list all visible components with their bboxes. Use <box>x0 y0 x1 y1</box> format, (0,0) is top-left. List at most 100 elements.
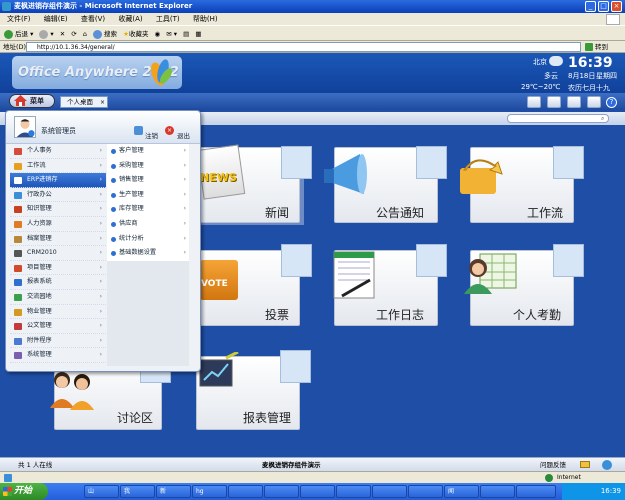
taskbar-item[interactable] <box>372 485 407 498</box>
menu-item-property[interactable]: 物业管理 › <box>10 305 106 320</box>
menu-item-report-system[interactable]: 报表系统 › <box>10 275 106 290</box>
back-button[interactable]: 后退 ▾ <box>4 26 33 42</box>
menu-item-hr[interactable]: 人力资源 › <box>10 217 106 232</box>
bullet-icon <box>111 207 116 213</box>
menu-item-system[interactable]: 系统管理 › <box>10 348 106 363</box>
logout-button[interactable]: 注销 <box>145 130 158 140</box>
tab-close-icon[interactable]: × <box>100 97 105 108</box>
tile-corner <box>553 146 584 179</box>
menu-item-project[interactable]: 项目管理 › <box>10 261 106 276</box>
menu-item-crm[interactable]: CRM2010 › <box>10 246 106 261</box>
menu-item-attachments[interactable]: 附件程序 › <box>10 334 106 349</box>
menu-tools[interactable]: 工具(T) <box>156 15 180 23</box>
submenu-item-sales[interactable]: 销售管理 › <box>107 173 189 188</box>
tile-corner <box>281 146 312 179</box>
menu-item-icon <box>14 191 22 199</box>
cart-icon[interactable] <box>587 96 601 108</box>
monitor-icon[interactable] <box>567 96 581 108</box>
maximize-button[interactable]: □ <box>598 1 609 12</box>
go-button[interactable]: 转到 <box>583 41 623 53</box>
menu-item-community[interactable]: 交流园地 › <box>10 290 106 305</box>
messenger-icon[interactable] <box>602 460 612 470</box>
windows-flag-icon <box>3 487 12 496</box>
submenu-item-inventory[interactable]: 库存管理 › <box>107 202 189 217</box>
user-icon[interactable] <box>547 96 561 108</box>
home-icon <box>14 95 27 106</box>
menu-help[interactable]: 帮助(H) <box>193 15 218 23</box>
submenu-item-suppliers[interactable]: 供应商 › <box>107 217 189 232</box>
submenu-item-base-data[interactable]: 基础数据设置 › <box>107 246 189 261</box>
menu-view[interactable]: 查看(V) <box>81 15 105 23</box>
taskbar-item[interactable] <box>408 485 443 498</box>
submenu-item-statistics[interactable]: 统计分析 › <box>107 232 189 247</box>
taskbar-item[interactable] <box>480 485 515 498</box>
taskbar-item[interactable]: hg <box>192 485 227 498</box>
weather-city: 北京 <box>533 58 547 66</box>
bullet-icon <box>111 221 116 227</box>
tile-corner <box>553 244 584 277</box>
search-icon: ⌕ <box>601 115 605 122</box>
edit-icon[interactable]: ▦ <box>195 26 201 42</box>
submenu-item-customers[interactable]: 客户管理 › <box>107 144 189 159</box>
taskbar-item[interactable]: 闻 <box>444 485 479 498</box>
online-count[interactable]: 共 1 人在线 <box>18 458 52 472</box>
tool-icon-1[interactable] <box>527 96 541 108</box>
workflow-folder-icon <box>460 159 503 194</box>
feedback-link[interactable]: 问题反馈 <box>540 458 566 472</box>
menu-edit[interactable]: 编辑(E) <box>44 15 68 23</box>
mail-icon[interactable]: ✉ ▾ <box>166 26 177 42</box>
taskbar-item[interactable] <box>336 485 371 498</box>
search-icon <box>93 29 103 39</box>
refresh-icon[interactable]: ⟳ <box>71 26 76 42</box>
start-menu-label: 菜单 <box>30 97 44 105</box>
taskbar-item[interactable] <box>516 485 556 498</box>
submenu-item-production[interactable]: 生产管理 › <box>107 188 189 203</box>
vote-badge: VOTE <box>201 279 228 289</box>
windows-start-button[interactable]: 开始 <box>0 483 48 500</box>
favorites-button[interactable]: ★收藏夹 <box>123 26 148 42</box>
menu-item-icon <box>14 264 22 272</box>
tile-corner <box>280 350 311 383</box>
menu-item-documents[interactable]: 公文管理 › <box>10 319 106 334</box>
menu-item-workflow[interactable]: 工作流 › <box>10 159 106 174</box>
clock-date: 8月18日 <box>568 72 596 80</box>
menu-item-icon <box>14 162 22 170</box>
taskbar-item[interactable]: 我 <box>120 485 155 498</box>
menu-secondary-empty <box>107 261 189 366</box>
ie-toolbar: 后退 ▾ ▾ ✕ ⟳ ⌂ 搜索 ★收藏夹 ◉ ✉ ▾ ▤ ▦ <box>0 25 625 41</box>
taskbar-item[interactable] <box>264 485 299 498</box>
submenu-item-purchasing[interactable]: 采购管理 › <box>107 159 189 174</box>
minimize-button[interactable]: _ <box>585 1 596 12</box>
menu-item-personal[interactable]: 个人事务 › <box>10 144 106 159</box>
taskbar-item[interactable]: 山 <box>84 485 119 498</box>
print-icon[interactable]: ▤ <box>183 26 189 42</box>
stop-icon[interactable]: ✕ <box>60 26 65 42</box>
menu-item-icon <box>14 235 22 243</box>
tile-workflow-label: 工作流 <box>526 206 563 220</box>
address-input[interactable]: http://10.1.36.34/general/ <box>26 42 581 52</box>
media-icon[interactable]: ◉ <box>155 26 161 42</box>
exit-button[interactable]: 退出 <box>177 130 190 140</box>
tile-news-label: 新闻 <box>264 206 289 220</box>
help-icon[interactable]: ? <box>606 97 617 108</box>
forward-button[interactable]: ▾ <box>39 26 54 42</box>
menu-file[interactable]: 文件(F) <box>7 15 31 23</box>
menu-item-admin[interactable]: 行政办公 › <box>10 188 106 203</box>
menu-item-erp[interactable]: ERP进销存 › <box>10 173 106 188</box>
menu-favorites[interactable]: 收藏(A) <box>118 15 142 23</box>
megaphone-icon <box>324 154 367 194</box>
menu-item-archive[interactable]: 档案管理 › <box>10 232 106 247</box>
desktop-search-input[interactable] <box>507 114 609 123</box>
taskbar-item[interactable]: 新 <box>156 485 191 498</box>
menu-item-knowledge[interactable]: 知识管理 › <box>10 202 106 217</box>
tab-personal-desktop[interactable]: 个人桌面 × <box>60 96 108 108</box>
home-page-icon[interactable]: ⌂ <box>83 26 87 42</box>
close-button[interactable]: × <box>611 1 622 12</box>
tab-label: 个人桌面 <box>67 98 93 106</box>
app-status-bar: 共 1 人在线 麦枫进销存组件演示 问题反馈 <box>0 457 625 471</box>
taskbar-item[interactable] <box>300 485 335 498</box>
search-button[interactable]: 搜索 <box>93 26 117 42</box>
mail-icon[interactable] <box>580 461 590 468</box>
leaf-logo-icon <box>151 59 173 86</box>
taskbar-item[interactable] <box>228 485 263 498</box>
